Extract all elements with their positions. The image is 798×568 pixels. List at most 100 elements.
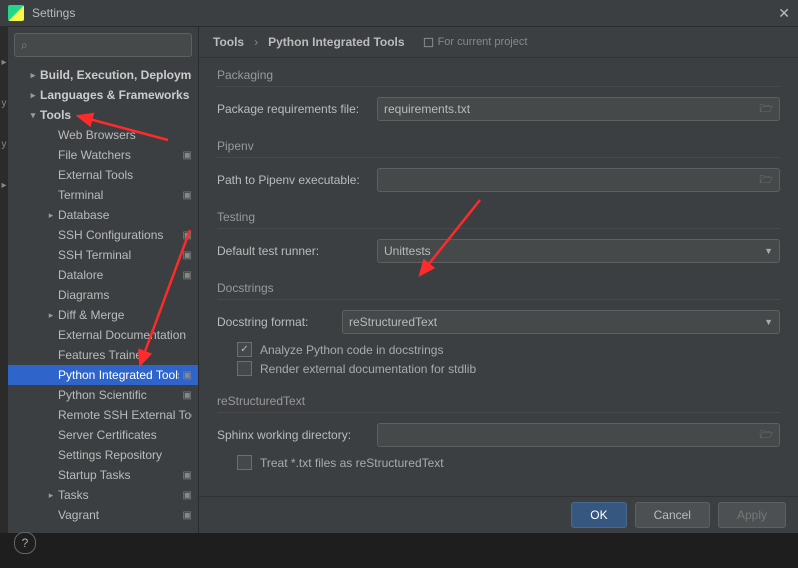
chevron-right-icon: ▸ (26, 90, 40, 101)
window-title: Settings (32, 6, 75, 20)
cancel-button[interactable]: Cancel (635, 502, 710, 528)
tree-item-label: Datalore (58, 268, 179, 282)
browse-folder-icon[interactable]: 🗁 (759, 426, 773, 445)
tree-item-label: Tools (40, 108, 192, 122)
checkbox-unchecked[interactable] (237, 361, 252, 376)
analyze-docstrings-row[interactable]: ✓ Analyze Python code in docstrings (217, 342, 780, 357)
scope-indicator: For current project (423, 36, 528, 48)
settings-main: Tools › Python Integrated Tools For curr… (199, 27, 798, 533)
tree-item[interactable]: Python Scientific▣ (8, 385, 198, 405)
tree-item[interactable]: SSH Configurations ▣ (8, 225, 198, 245)
chevron-down-icon: ▼ (764, 317, 773, 327)
tree-item[interactable]: Terminal ▣ (8, 185, 198, 205)
tree-item[interactable]: ▾Tools (8, 105, 198, 125)
section-title: Packaging (217, 68, 780, 87)
tree-item[interactable]: ▸Database (8, 205, 198, 225)
tree-item[interactable]: External Tools (8, 165, 198, 185)
tree-item[interactable]: Diagrams (8, 285, 198, 305)
checkbox-checked[interactable]: ✓ (237, 342, 252, 357)
titlebar: Settings ✕ (0, 0, 798, 27)
treat-txt-row[interactable]: Treat *.txt files as reStructuredText (217, 455, 780, 470)
section-packaging: Packaging Package requirements file: req… (217, 68, 780, 121)
tree-item[interactable]: SSH Terminal ▣ (8, 245, 198, 265)
tree-item-label: Server Certificates (58, 428, 192, 442)
chevron-right-icon: ▸ (44, 310, 58, 321)
tree-item-label: Database (58, 208, 192, 222)
breadcrumb-tools[interactable]: Tools (213, 35, 244, 49)
override-icon: ▣ (183, 510, 192, 521)
tree-item-label: Languages & Frameworks (40, 88, 192, 102)
settings-tree[interactable]: ▸Build, Execution, Deployment▸Languages … (8, 63, 198, 533)
tree-item[interactable]: Python Integrated Tools▣ (8, 365, 198, 385)
tree-item[interactable]: ▸Build, Execution, Deployment (8, 65, 198, 85)
checkbox-unchecked[interactable] (237, 455, 252, 470)
tree-item-label: Tasks (58, 488, 179, 502)
test-runner-select[interactable]: Unittests ▼ (377, 239, 780, 263)
search-icon: ⌕ (21, 38, 28, 53)
tree-item[interactable]: Server Certificates (8, 425, 198, 445)
req-file-label: Package requirements file: (217, 102, 367, 116)
apply-button[interactable]: Apply (718, 502, 786, 528)
override-icon: ▣ (183, 230, 192, 241)
browse-folder-icon[interactable]: 🗁 (759, 100, 773, 119)
tree-item[interactable]: Web Browsers (8, 125, 198, 145)
tree-item[interactable]: File Watchers ▣ (8, 145, 198, 165)
tree-item[interactable]: Settings Repository (8, 445, 198, 465)
req-file-input[interactable]: requirements.txt 🗁 (377, 97, 780, 121)
override-icon: ▣ (183, 270, 192, 281)
tree-item[interactable]: Datalore ▣ (8, 265, 198, 285)
tree-item-label: Features Trainer (58, 348, 192, 362)
section-docstrings: Docstrings Docstring format: reStructure… (217, 281, 780, 376)
tree-item-label: Remote SSH External Tools (58, 408, 192, 422)
override-icon: ▣ (183, 490, 192, 501)
tree-item-label: Settings Repository (58, 448, 192, 462)
section-title: reStructuredText (217, 394, 780, 413)
tree-item-label: SSH Terminal (58, 248, 179, 262)
override-icon: ▣ (183, 190, 192, 201)
section-title: Docstrings (217, 281, 780, 300)
tree-item[interactable]: Features Trainer (8, 345, 198, 365)
tree-item[interactable]: ▸Tasks▣ (8, 485, 198, 505)
section-title: Testing (217, 210, 780, 229)
section-title: Pipenv (217, 139, 780, 158)
search-input[interactable]: ⌕ (14, 33, 192, 57)
tree-item-label: SSH Configurations (58, 228, 179, 242)
breadcrumb-separator: › (254, 35, 258, 49)
ok-button[interactable]: OK (571, 502, 626, 528)
override-icon: ▣ (183, 390, 192, 401)
tree-item[interactable]: Remote SSH External Tools (8, 405, 198, 425)
close-icon[interactable]: ✕ (778, 5, 790, 22)
render-ext-label: Render external documentation for stdlib (260, 362, 476, 376)
docstring-format-select[interactable]: reStructuredText ▼ (342, 310, 780, 334)
help-button[interactable]: ? (14, 532, 36, 554)
tree-item[interactable]: Vagrant ▣ (8, 505, 198, 525)
chevron-down-icon: ▾ (26, 110, 40, 121)
tree-item[interactable]: ▸Languages & Frameworks (8, 85, 198, 105)
app-logo (8, 5, 24, 21)
sphinx-dir-input[interactable]: 🗁 (377, 423, 780, 447)
tree-item[interactable]: Startup Tasks▣ (8, 465, 198, 485)
tree-item[interactable]: External Documentation (8, 325, 198, 345)
override-icon: ▣ (183, 250, 192, 261)
browse-folder-icon[interactable]: 🗁 (759, 171, 773, 190)
tree-item-label: External Documentation (58, 328, 192, 342)
pipenv-path-label: Path to Pipenv executable: (217, 173, 367, 187)
pipenv-path-input[interactable]: 🗁 (377, 168, 780, 192)
dialog-footer: OK Cancel Apply (199, 496, 798, 533)
tree-item-label: Vagrant (58, 508, 179, 522)
tree-item-label: File Watchers (58, 148, 179, 162)
override-icon: ▣ (183, 150, 192, 161)
section-rst: reStructuredText Sphinx working director… (217, 394, 780, 470)
breadcrumb-current: Python Integrated Tools (268, 35, 404, 49)
tree-item-label: Build, Execution, Deployment (40, 68, 192, 82)
tree-item-label: Startup Tasks (58, 468, 179, 482)
tree-item-label: Python Integrated Tools (58, 368, 179, 382)
editor-gutter: ▸yy▸ (0, 27, 8, 533)
breadcrumb: Tools › Python Integrated Tools For curr… (199, 27, 798, 58)
render-external-row[interactable]: Render external documentation for stdlib (217, 361, 780, 376)
section-pipenv: Pipenv Path to Pipenv executable: 🗁 (217, 139, 780, 192)
tree-item[interactable]: ▸Diff & Merge (8, 305, 198, 325)
tree-item-label: Terminal (58, 188, 179, 202)
tree-item-label: Diff & Merge (58, 308, 192, 322)
chevron-down-icon: ▼ (764, 246, 773, 256)
